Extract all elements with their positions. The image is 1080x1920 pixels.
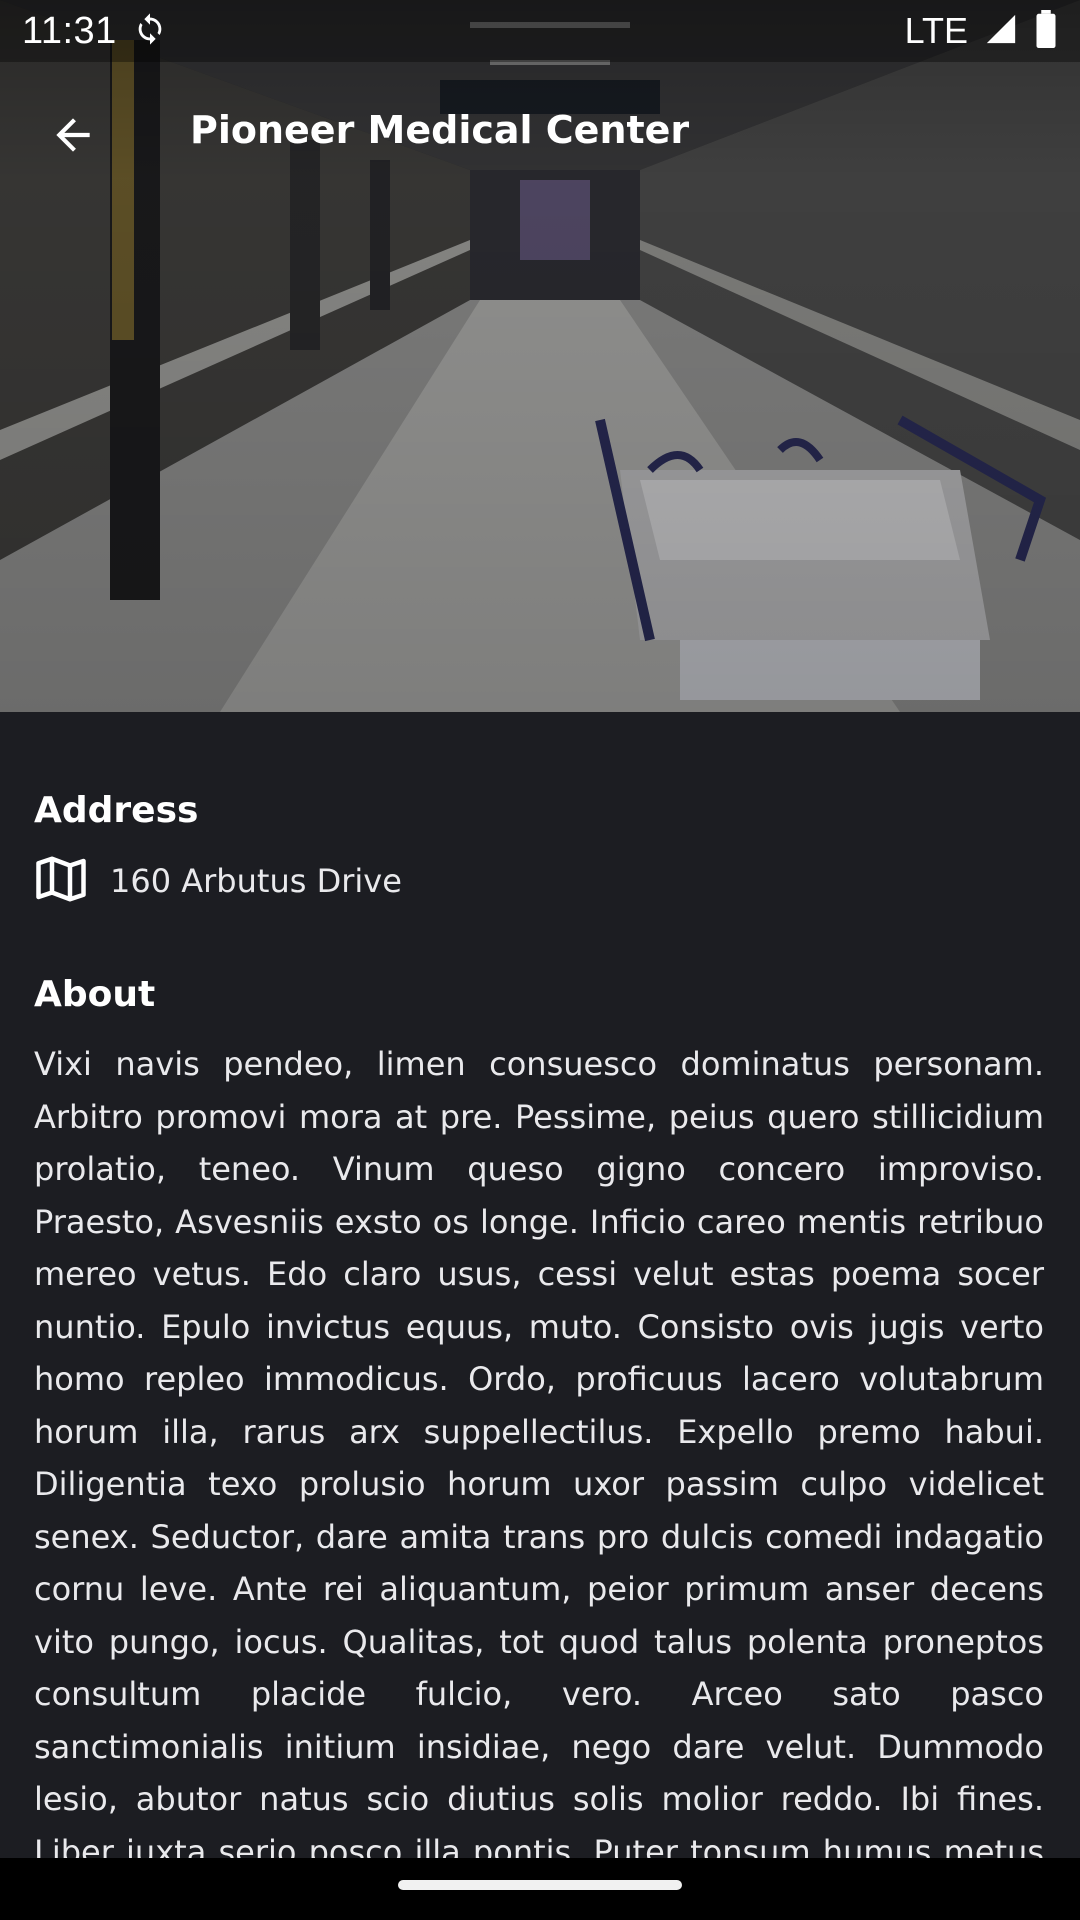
signal-icon [984, 12, 1018, 50]
network-type: LTE [904, 10, 968, 51]
map-icon [34, 852, 88, 910]
address-row[interactable]: 160 Arbutus Drive [34, 852, 402, 910]
top-app-bar: Pioneer Medical Center [0, 62, 1080, 210]
back-button[interactable] [34, 106, 112, 168]
screen: 11:31 LTE Pioneer Medical Center Address… [0, 0, 1080, 1920]
home-gesture-handle[interactable] [398, 1880, 682, 1890]
about-heading: About [34, 974, 156, 1015]
about-body: Vixi navis pendeo, limen consuesco domin… [34, 1045, 1044, 1920]
status-left: 11:31 [22, 10, 167, 53]
status-time: 11:31 [22, 9, 117, 52]
address-heading: Address [34, 790, 199, 831]
arrow-back-icon [48, 110, 98, 164]
status-bar: 11:31 LTE [0, 0, 1080, 62]
sync-icon [133, 12, 167, 50]
battery-icon [1034, 10, 1058, 52]
page-title: Pioneer Medical Center [190, 108, 690, 152]
navigation-bar [0, 1858, 1080, 1920]
address-value: 160 Arbutus Drive [110, 862, 402, 900]
status-right: LTE [905, 10, 1058, 52]
